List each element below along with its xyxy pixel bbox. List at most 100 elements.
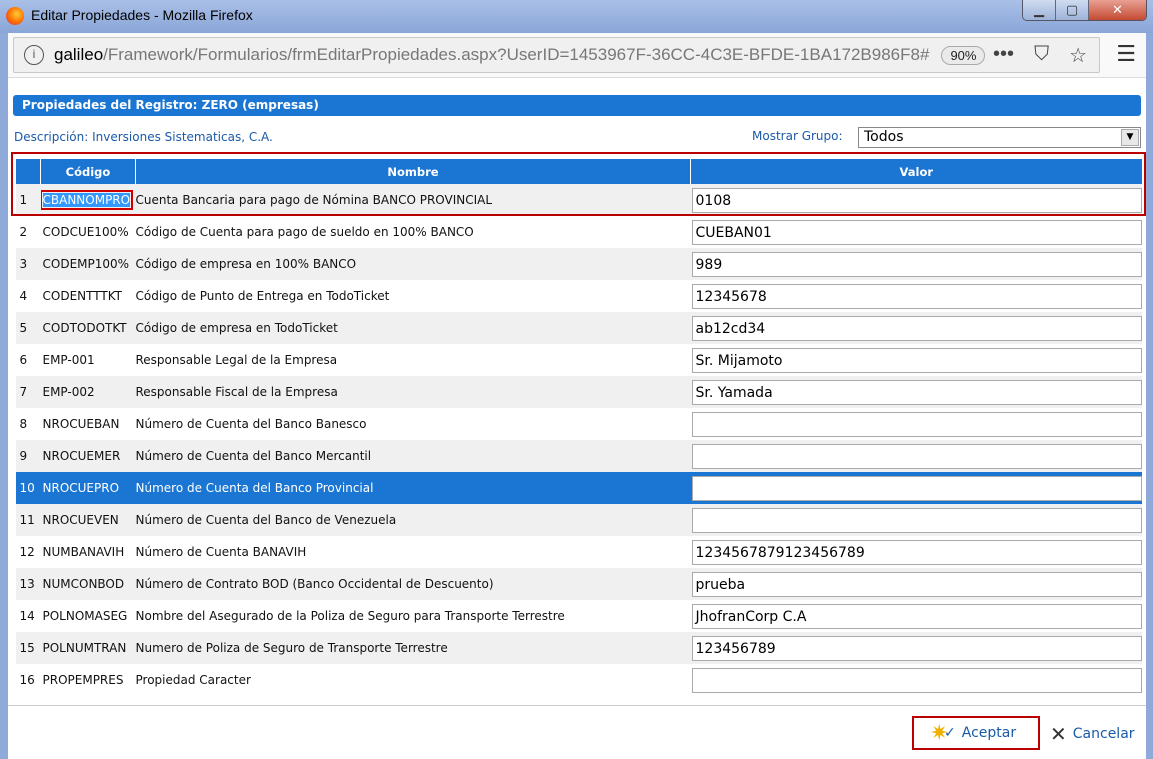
minimize-button[interactable]: ▁ — [1023, 0, 1056, 20]
table-row[interactable]: 14 POLNOMASEG Nombre del Asegurado de la… — [15, 600, 1142, 632]
value-input[interactable]: ab12cd34 — [691, 315, 1142, 341]
cancel-button[interactable]: ✕ Cancelar — [1050, 722, 1135, 746]
url-bar[interactable]: i galileo/Framework/Formularios/frmEdita… — [13, 37, 1100, 73]
zoom-badge[interactable]: 90% — [941, 45, 986, 65]
value-text: 0108 — [695, 192, 732, 209]
row-code: NROCUEPRO — [42, 481, 120, 495]
row-code: CODTODOTKT — [42, 321, 127, 335]
table-row[interactable]: 5 CODTODOTKT Código de empresa en TodoTi… — [15, 312, 1142, 344]
value-input[interactable]: 12345678 — [691, 283, 1142, 309]
value-input[interactable]: Sr. Mijamoto — [691, 347, 1142, 373]
row-code: NUMCONBOD — [42, 577, 125, 591]
row-code: EMP-002 — [42, 385, 95, 399]
row-number: 2 — [15, 216, 41, 248]
row-number: 3 — [15, 248, 41, 280]
row-name: Cuenta Bancaria para pago de Nómina BANC… — [135, 184, 691, 216]
value-input[interactable]: Sr. Yamada — [691, 379, 1142, 405]
row-number: 1 — [15, 184, 41, 216]
table-row[interactable]: 15 POLNUMTRAN Numero de Poliza de Seguro… — [15, 632, 1142, 664]
value-input[interactable]: 123456789 — [691, 635, 1142, 661]
pocket-icon[interactable]: ⛉ — [1034, 43, 1049, 68]
col-nombre: Nombre — [135, 159, 691, 184]
row-name: Número de Contrato BOD (Banco Occidental… — [135, 568, 691, 600]
table-row[interactable]: 3 CODEMP100% Código de empresa en 100% B… — [15, 248, 1142, 280]
more-icon[interactable]: ••• — [993, 43, 1014, 68]
url-path: /Framework/Formularios/frmEditarPropieda… — [103, 45, 930, 64]
table-row[interactable]: 2 CODCUE100% Código de Cuenta para pago … — [15, 216, 1142, 248]
table-row[interactable]: 11 NROCUEVEN Número de Cuenta del Banco … — [15, 504, 1142, 536]
value-input[interactable]: 0108 — [691, 187, 1142, 213]
maximize-button[interactable]: ▢ — [1056, 0, 1089, 20]
cancel-label: Cancelar — [1072, 726, 1135, 742]
table-row[interactable]: 8 NROCUEBAN Número de Cuenta del Banco B… — [15, 408, 1142, 440]
row-code: NROCUEMER — [42, 449, 121, 463]
group-select[interactable]: Todos ▼ — [858, 127, 1141, 148]
row-name: Numero de Poliza de Seguro de Transporte… — [135, 632, 691, 664]
row-code: NUMBANAVIH — [42, 545, 125, 559]
row-name: Nombre del Asegurado de la Poliza de Seg… — [135, 600, 691, 632]
row-number: 5 — [15, 312, 41, 344]
row-name: Número de Cuenta del Banco de Venezuela — [135, 504, 691, 536]
menu-icon[interactable]: ☰ — [1116, 42, 1136, 67]
table-row[interactable]: 13 NUMCONBOD Número de Contrato BOD (Ban… — [15, 568, 1142, 600]
row-code: NROCUEVEN — [42, 513, 119, 527]
row-name: Número de Cuenta del Banco Provincial — [135, 472, 691, 504]
row-number: 8 — [15, 408, 41, 440]
value-text: 1234567879123456789 — [695, 544, 865, 561]
value-input[interactable] — [691, 507, 1142, 533]
row-name: Responsable Legal de la Empresa — [135, 344, 691, 376]
value-text: prueba — [695, 576, 746, 593]
value-input[interactable]: 989 — [691, 251, 1142, 277]
table-row[interactable]: 16 PROPEMPRES Propiedad Caracter — [15, 664, 1142, 696]
close-x-icon: ✕ — [1050, 722, 1067, 746]
close-button[interactable]: ✕ — [1089, 0, 1146, 20]
window-titlebar: Editar Propiedades - Mozilla Firefox ▁ ▢… — [0, 0, 1153, 33]
value-input[interactable] — [691, 667, 1142, 693]
value-input[interactable] — [691, 411, 1142, 437]
table-row[interactable]: 10 NROCUEPRO Número de Cuenta del Banco … — [15, 472, 1142, 504]
col-number — [15, 159, 41, 184]
star-icon[interactable]: ☆ — [1069, 43, 1087, 68]
row-number: 7 — [15, 376, 41, 408]
value-input[interactable]: 1234567879123456789 — [691, 539, 1142, 565]
properties-table: Código Nombre Valor 1 CBANNOMPRO Cuenta … — [15, 159, 1142, 696]
value-input[interactable]: CUEBAN01 — [691, 219, 1142, 245]
row-number: 11 — [15, 504, 41, 536]
table-row[interactable]: 6 EMP-001 Responsable Legal de la Empres… — [15, 344, 1142, 376]
row-number: 9 — [15, 440, 41, 472]
row-code: POLNOMASEG — [42, 609, 128, 623]
chevron-down-icon[interactable]: ▼ — [1121, 129, 1139, 146]
table-row[interactable]: 12 NUMBANAVIH Número de Cuenta BANAVIH 1… — [15, 536, 1142, 568]
value-input[interactable] — [691, 475, 1142, 501]
table-row[interactable]: 7 EMP-002 Responsable Fiscal de la Empre… — [15, 376, 1142, 408]
value-text: 123456789 — [695, 640, 776, 657]
accept-label: Aceptar — [961, 725, 1017, 741]
row-number: 13 — [15, 568, 41, 600]
row-name: Código de Punto de Entrega en TodoTicket — [135, 280, 691, 312]
table-row[interactable]: 4 CODENTTTKT Código de Punto de Entrega … — [15, 280, 1142, 312]
page-header: Propiedades del Registro: ZERO (empresas… — [13, 95, 1141, 116]
row-code: CBANNOMPRO — [40, 190, 134, 210]
value-input[interactable]: prueba — [691, 571, 1142, 597]
window-title: Editar Propiedades - Mozilla Firefox — [31, 7, 253, 23]
row-number: 12 — [15, 536, 41, 568]
col-codigo: Código — [40, 159, 136, 184]
description: Descripción: Inversiones Sistematicas, C… — [14, 130, 273, 144]
info-icon[interactable]: i — [24, 45, 44, 65]
accept-button[interactable]: ✷ ✓ Aceptar — [912, 716, 1040, 750]
row-number: 6 — [15, 344, 41, 376]
row-number: 14 — [15, 600, 41, 632]
value-input[interactable]: JhofranCorp C.A — [691, 603, 1142, 629]
row-code: POLNUMTRAN — [42, 641, 127, 655]
value-input[interactable] — [691, 443, 1142, 469]
table-row[interactable]: 9 NROCUEMER Número de Cuenta del Banco M… — [15, 440, 1142, 472]
row-code: CODEMP100% — [42, 257, 130, 271]
row-code: PROPEMPRES — [42, 673, 124, 687]
value-text: ab12cd34 — [695, 320, 766, 337]
row-name: Código de empresa en TodoTicket — [135, 312, 691, 344]
row-name: Número de Cuenta del Banco Mercantil — [135, 440, 691, 472]
row-name: Propiedad Caracter — [135, 664, 691, 696]
row-name: Código de Cuenta para pago de sueldo en … — [135, 216, 691, 248]
table-row[interactable]: 1 CBANNOMPRO Cuenta Bancaria para pago d… — [15, 184, 1142, 216]
row-number: 16 — [15, 664, 41, 696]
